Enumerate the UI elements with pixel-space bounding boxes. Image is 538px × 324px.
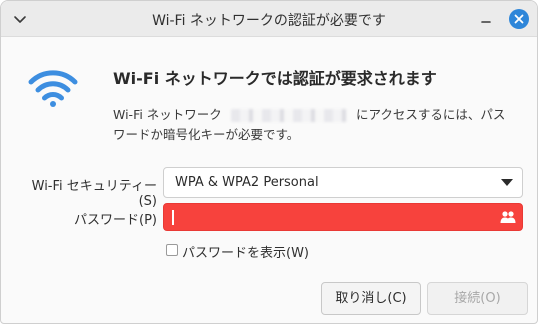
show-password-checkbox[interactable] <box>166 244 178 256</box>
text-caret <box>172 210 174 225</box>
close-button[interactable] <box>509 9 529 29</box>
dialog-heading: Wi-Fi ネットワークでは認証が要求されます <box>113 69 437 88</box>
password-label: パスワード(P) <box>74 213 157 228</box>
close-icon <box>514 14 524 24</box>
window-title: Wi-Fi ネットワークの認証が必要です <box>152 13 386 29</box>
title-bar: Wi-Fi ネットワークの認証が必要です <box>1 1 537 37</box>
security-label: Wi-Fi セキュリティー(S) <box>31 179 157 209</box>
wifi-icon <box>28 70 78 107</box>
password-input[interactable] <box>163 203 523 231</box>
users-icon[interactable] <box>500 210 516 224</box>
dropdown-arrow-icon <box>501 179 513 186</box>
description-line-2: ワードか暗号化キーが必要です。 <box>113 127 300 142</box>
redacted-network-name <box>231 109 347 122</box>
minimize-icon[interactable] <box>478 11 494 27</box>
cancel-button[interactable]: 取り消し(C) <box>321 282 421 315</box>
description-after: にアクセスするには、パス <box>356 107 506 122</box>
show-password-label: パスワードを表示(W) <box>182 246 309 261</box>
description-prefix: Wi-Fi ネットワーク <box>113 107 222 122</box>
connect-button[interactable]: 接続(O) <box>427 282 528 315</box>
security-dropdown-value: WPA & WPA2 Personal <box>175 175 319 190</box>
security-dropdown[interactable]: WPA & WPA2 Personal <box>163 167 523 198</box>
wifi-auth-dialog: Wi-Fi ネットワークの認証が必要です Wi-Fi ネットワークでは認証が要求… <box>0 0 538 324</box>
